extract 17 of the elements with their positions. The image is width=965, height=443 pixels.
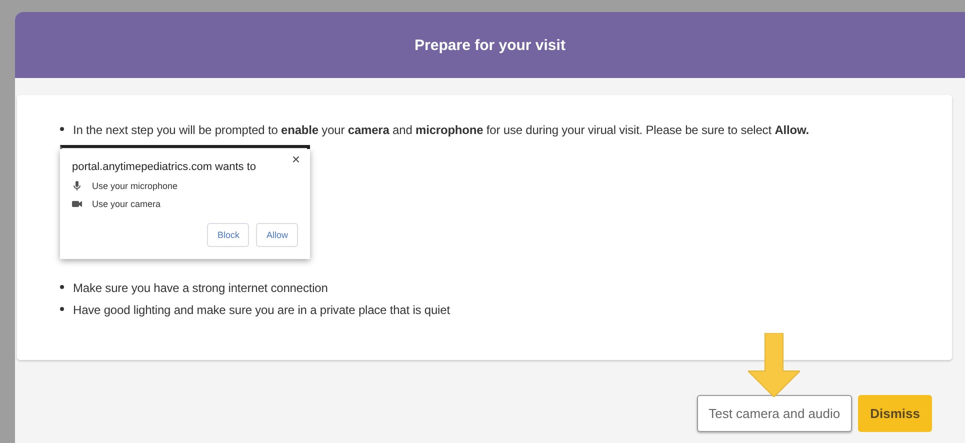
microphone-icon [72,181,82,191]
block-button[interactable]: Block [207,223,250,247]
instruction-text: In the next step you will be prompted to enable your camera and microphone for use during your virual visit. Please be sure to select Allow. [73,123,809,137]
test-camera-button[interactable]: Test camera and audio [696,395,852,432]
bullet-dot [60,285,64,289]
close-button[interactable]: × [292,151,300,167]
camera-icon [72,199,82,209]
permission-label: Use your camera [92,199,161,209]
bullet-dot [60,127,64,131]
permission-label: Use your microphone [92,181,178,191]
dismiss-button[interactable]: Dismiss [858,395,932,432]
dialog-title: Prepare for your visit [414,36,566,54]
instruction-text: Make sure you have a strong internet connection [73,281,328,295]
permission-message: portal.anytimepediatrics.com wants to [72,161,256,173]
instruction-text: Have good lighting and make sure you are in a private place that is quiet [73,303,450,317]
allow-button[interactable]: Allow [256,223,298,247]
bullet-dot [60,307,64,311]
